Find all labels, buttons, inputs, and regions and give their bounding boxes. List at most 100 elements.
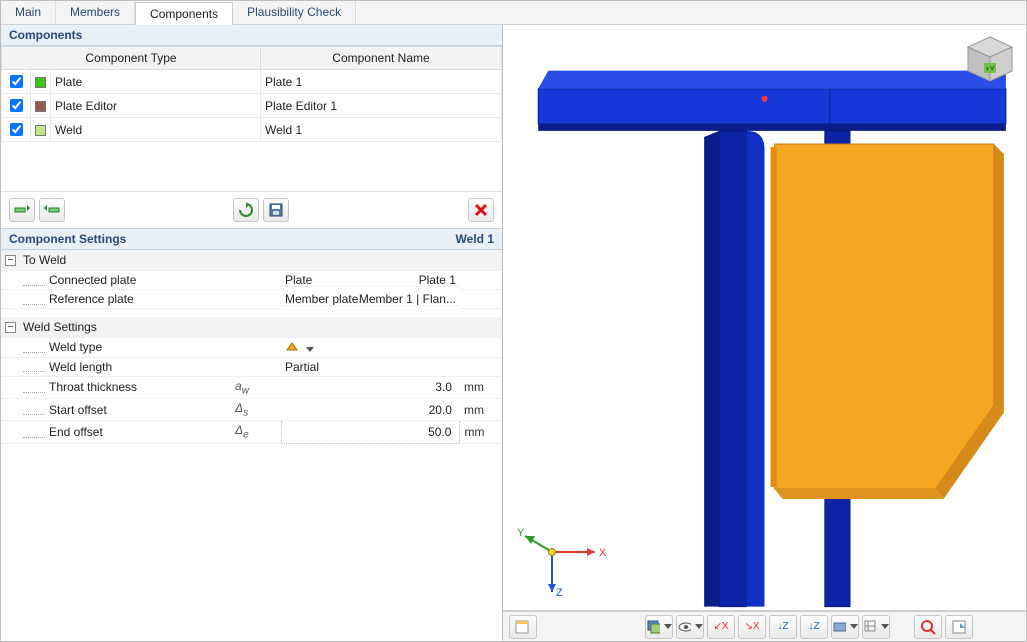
property-label: Connected plate (49, 273, 136, 287)
cell-type: Weld (51, 118, 261, 142)
row-checkbox[interactable] (10, 123, 23, 136)
cell-name[interactable]: Weld 1 (261, 118, 502, 142)
view-section-button[interactable] (831, 615, 859, 639)
property-row[interactable]: Start offset Δs 20.0 mm (1, 398, 502, 420)
view-iso-x-button[interactable]: ↙X (707, 615, 735, 639)
property-row[interactable]: Connected plate Plate Plate 1 (1, 271, 502, 290)
settings-title: Component Settings (9, 232, 126, 246)
chevron-down-icon (664, 624, 672, 629)
chevron-down-icon (695, 624, 703, 629)
property-value[interactable]: 3.0 (281, 376, 460, 398)
visibility-button[interactable] (676, 615, 704, 639)
delete-icon (474, 203, 488, 217)
chevron-down-icon[interactable] (306, 347, 314, 352)
delete-button[interactable] (468, 198, 494, 222)
group-label: Weld Settings (19, 317, 502, 338)
components-table: Component Type Component Name Plate Plat… (1, 46, 502, 142)
tab-bar: Main Members Components Plausibility Che… (1, 1, 1026, 25)
color-swatch-icon (35, 101, 46, 112)
axis-gizmo: X Y Z (517, 522, 607, 602)
view-toolbar: ↙X ↘X ↓Z ↓Z (503, 611, 1026, 641)
3d-viewport[interactable]: +Y X Y Z (503, 25, 1026, 611)
axis-x-label: X (599, 547, 607, 559)
property-value[interactable]: Plate 1 (419, 273, 456, 284)
property-label: End offset (49, 425, 103, 439)
save-button[interactable] (263, 198, 289, 222)
property-row[interactable]: Weld length Partial (1, 357, 502, 376)
row-checkbox[interactable] (10, 99, 23, 112)
section-icon (832, 620, 846, 634)
color-swatch-icon (35, 77, 46, 88)
eye-icon (677, 620, 691, 634)
property-value[interactable]: 20.0 (281, 398, 460, 420)
layers-icon (646, 619, 660, 635)
reload-button[interactable] (233, 198, 259, 222)
components-toolbar (1, 191, 502, 228)
property-unit: mm (460, 376, 502, 398)
svg-text:+Y: +Y (986, 66, 995, 73)
property-label: Weld type (49, 340, 102, 354)
property-value[interactable]: Partial (285, 360, 319, 374)
property-unit: mm (460, 398, 502, 420)
cell-name[interactable]: Plate 1 (261, 70, 502, 94)
cell-type: Plate (51, 70, 261, 94)
table-row[interactable]: Plate Editor Plate Editor 1 (2, 94, 502, 118)
find-button[interactable] (914, 615, 942, 639)
col-header-type[interactable]: Component Type (2, 47, 261, 70)
collapse-icon[interactable]: − (5, 322, 16, 333)
sheet-icon (951, 619, 967, 635)
collapse-icon[interactable]: − (5, 255, 16, 266)
tab-plausibility[interactable]: Plausibility Check (233, 1, 356, 24)
cell-name[interactable]: Plate Editor 1 (261, 94, 502, 118)
row-checkbox[interactable] (10, 75, 23, 88)
axis-y-label: Y (517, 527, 525, 539)
property-row[interactable]: End offset Δe 50.0 mm (1, 421, 502, 443)
property-label: Start offset (49, 403, 107, 417)
property-readonly: Member plate (285, 292, 358, 303)
view-iso-z1-button[interactable]: ↓Z (769, 615, 797, 639)
save-icon (268, 202, 284, 218)
fullscreen-button[interactable] (945, 615, 973, 639)
property-value[interactable]: 50.0 (281, 421, 460, 443)
paper-icon (514, 619, 532, 635)
insert-below-icon (44, 203, 60, 217)
group-to-weld[interactable]: − To Weld (1, 250, 502, 271)
reload-icon (238, 202, 254, 218)
property-grid: − To Weld Connected plate Plate Plate 1 (1, 250, 502, 444)
group-weld-settings[interactable]: − Weld Settings (1, 317, 502, 338)
view-iso-z2-button[interactable]: ↓Z (800, 615, 828, 639)
components-panel-header: Components (1, 25, 502, 46)
settings-context: Weld 1 (456, 232, 494, 246)
view-iso-y-button[interactable]: ↘X (738, 615, 766, 639)
view-cube[interactable]: +Y (964, 33, 1016, 85)
tab-members[interactable]: Members (56, 1, 135, 24)
chevron-down-icon (850, 624, 858, 629)
display-mode-button[interactable] (645, 615, 673, 639)
insert-below-button[interactable] (39, 198, 65, 222)
col-header-name[interactable]: Component Name (261, 47, 502, 70)
color-swatch-icon (35, 125, 46, 136)
cell-type: Plate Editor (51, 94, 261, 118)
components-title: Components (9, 28, 82, 42)
view-wire-button[interactable] (862, 615, 890, 639)
property-row[interactable]: Weld type (1, 337, 502, 357)
property-unit: mm (460, 421, 502, 443)
tab-main[interactable]: Main (1, 1, 56, 24)
insert-above-icon (14, 203, 30, 217)
property-label: Throat thickness (49, 380, 137, 394)
wireframe-icon (863, 619, 877, 635)
axis-z-label: Z (556, 587, 563, 599)
property-label: Reference plate (49, 292, 134, 306)
property-row[interactable]: Reference plate Member plateMember 1 | F… (1, 290, 502, 309)
insert-above-button[interactable] (9, 198, 35, 222)
tab-components[interactable]: Components (135, 2, 233, 25)
property-label: Weld length (49, 360, 112, 374)
table-row[interactable]: Weld Weld 1 (2, 118, 502, 142)
property-row[interactable]: Throat thickness aw 3.0 mm (1, 376, 502, 398)
property-readonly: Plate (285, 273, 312, 284)
settings-panel-header: Component Settings Weld 1 (1, 229, 502, 250)
chevron-down-icon (881, 624, 889, 629)
view-style-button[interactable] (509, 615, 537, 639)
property-value[interactable]: Member 1 | Flan... (359, 292, 456, 303)
table-row[interactable]: Plate Plate 1 (2, 70, 502, 94)
